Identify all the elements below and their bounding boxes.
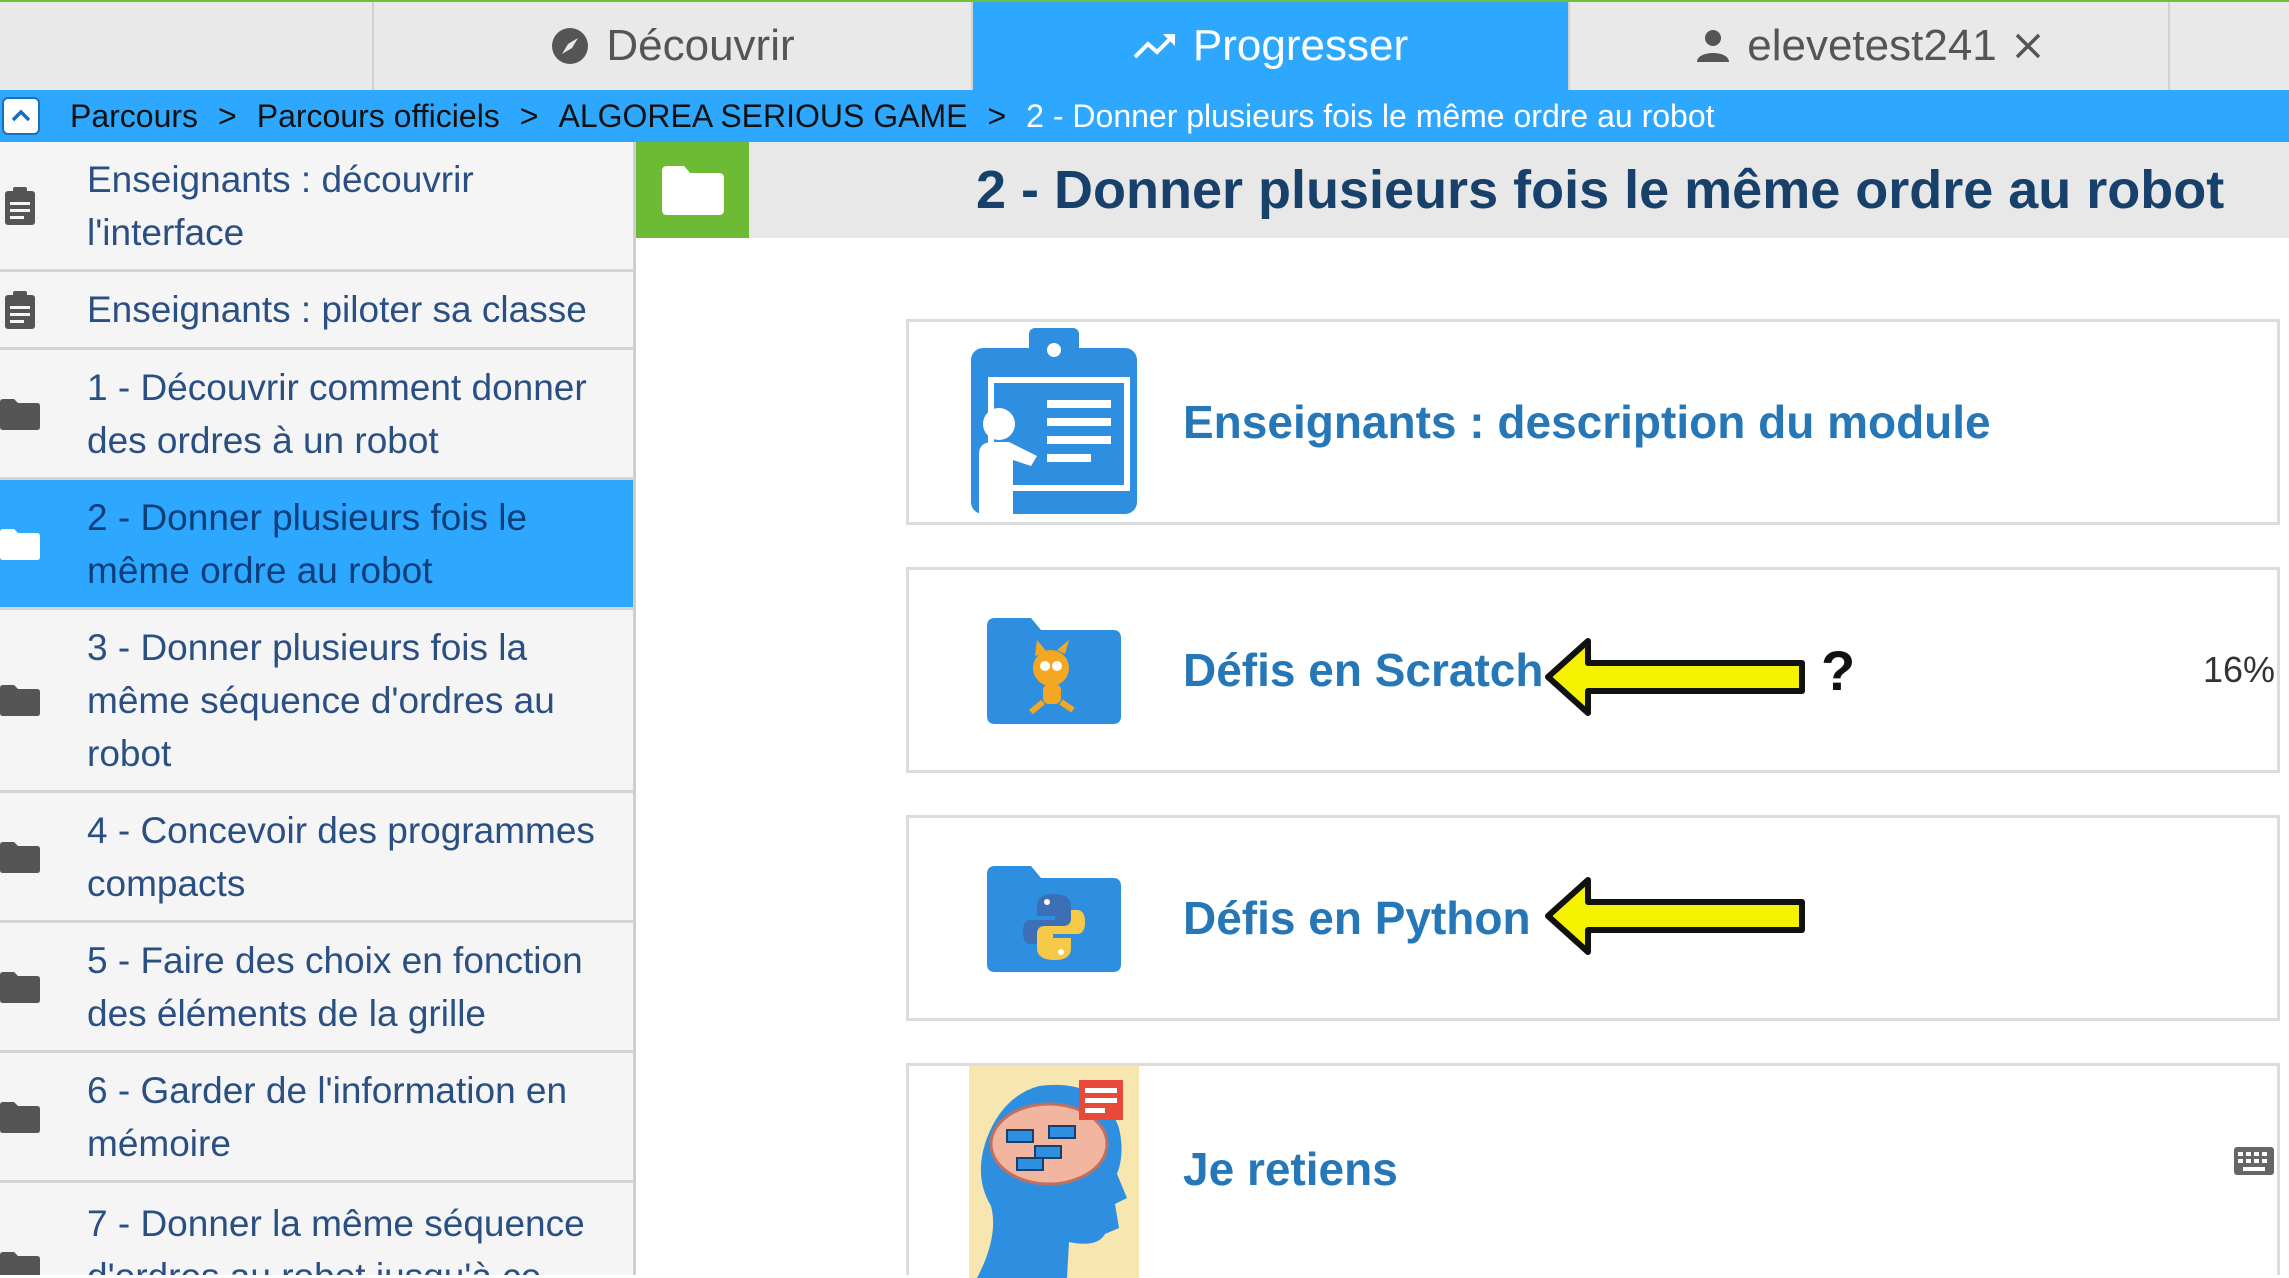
folder-icon — [0, 967, 40, 1007]
sidebar-item-label: 7 - Donner la même séquence d'ordres au … — [87, 1203, 585, 1275]
collapse-sidebar-button[interactable] — [2, 97, 40, 135]
breadcrumb-current: 2 - Donner plusieurs fois le même ordre … — [1026, 97, 1715, 134]
folder-icon — [0, 1097, 40, 1137]
user-icon — [1695, 28, 1731, 64]
breadcrumb-separator: > — [519, 97, 539, 134]
teacher-board-icon — [969, 322, 1139, 522]
sidebar-item-piloter-classe[interactable]: Enseignants : piloter sa classe — [0, 272, 633, 350]
sidebar-item-module-5[interactable]: 5 - Faire des choix en fonction des élém… — [0, 923, 633, 1053]
breadcrumb-parcours[interactable]: Parcours — [70, 98, 198, 135]
sidebar-item-label: 4 - Concevoir des programmes compacts — [87, 809, 595, 904]
sidebar-item-label: 6 - Garder de l'information en mémoire — [87, 1069, 568, 1164]
sidebar-item-module-6[interactable]: 6 - Garder de l'information en mémoire — [0, 1053, 633, 1183]
sidebar-item-module-1[interactable]: 1 - Découvrir comment donner des ordres … — [0, 350, 633, 480]
sidebar-item-label: 5 - Faire des choix en fonction des élém… — [87, 939, 583, 1034]
card-defis-python[interactable]: Défis en Python — [906, 815, 2280, 1021]
tab-label: elevetest241 — [1747, 21, 1997, 70]
keyboard-icon — [2234, 1147, 2274, 1175]
sidebar-item-label: 3 - Donner plusieurs fois la même séquen… — [87, 626, 555, 774]
top-tab-bar: Découvrir Progresser elevetest241 — [0, 0, 2289, 90]
folder-icon — [0, 394, 40, 434]
tab-label: Découvrir — [606, 21, 795, 70]
page-title: 2 - Donner plusieurs fois le même ordre … — [976, 160, 2225, 220]
scratch-folder-icon — [969, 570, 1139, 770]
breadcrumb-parcours-officiels[interactable]: Parcours officiels — [257, 98, 500, 135]
sidebar-item-label: Enseignants : piloter sa classe — [87, 289, 587, 330]
card-label: Défis en Python — [1183, 892, 1531, 944]
sidebar-item-module-3[interactable]: 3 - Donner plusieurs fois la même séquen… — [0, 610, 633, 793]
sidebar-item-label: 2 - Donner plusieurs fois le même ordre … — [87, 496, 528, 591]
sidebar: Enseignants : découvrir l'interface Ense… — [0, 142, 636, 1275]
question-mark: ? — [1821, 638, 1856, 702]
clipboard-icon — [0, 290, 40, 330]
close-icon[interactable] — [2013, 31, 2043, 61]
page-header: 2 - Donner plusieurs fois le même ordre … — [636, 142, 2289, 238]
trending-up-icon — [1133, 31, 1177, 61]
yellow-arrow-icon — [1545, 638, 1805, 716]
sidebar-item-module-2[interactable]: 2 - Donner plusieurs fois le même ordre … — [0, 480, 633, 610]
yellow-arrow-icon — [1545, 877, 1805, 955]
clipboard-icon — [0, 186, 40, 226]
card-label: Enseignants : description du module — [1183, 396, 1991, 448]
tab-label: Progresser — [1192, 21, 1409, 70]
chevron-up-icon — [11, 109, 31, 122]
folder-icon — [0, 1247, 40, 1275]
brain-icon — [969, 1066, 1139, 1278]
card-defis-scratch[interactable]: Défis en Scratch ? 16% — [906, 567, 2280, 773]
card-enseignants-description[interactable]: Enseignants : description du module — [906, 319, 2280, 525]
tab-user[interactable]: elevetest241 — [1568, 2, 2168, 90]
compass-icon — [550, 26, 590, 66]
sidebar-item-module-4[interactable]: 4 - Concevoir des programmes compacts — [0, 793, 633, 923]
python-folder-icon — [969, 818, 1139, 1018]
sidebar-item-label: Enseignants : découvrir l'interface — [87, 158, 474, 253]
breadcrumb-separator: > — [218, 97, 237, 134]
card-label: Je retiens — [1183, 1143, 1398, 1195]
sidebar-item-label: 1 - Découvrir comment donner des ordres … — [87, 366, 587, 461]
folder-icon — [636, 142, 749, 238]
sidebar-item-decouvrir-interface[interactable]: Enseignants : découvrir l'interface — [0, 142, 633, 272]
breadcrumb-algorea[interactable]: ALGOREA SERIOUS GAME — [558, 98, 967, 135]
progress-percent: 16% — [2202, 649, 2275, 690]
folder-icon — [0, 524, 40, 564]
card-label: Défis en Scratch — [1183, 644, 1544, 696]
tab-progresser[interactable]: Progresser — [971, 2, 1568, 90]
sidebar-item-module-7[interactable]: 7 - Donner la même séquence d'ordres au … — [0, 1183, 633, 1275]
card-je-retiens[interactable]: Je retiens — [906, 1063, 2280, 1278]
folder-icon — [0, 680, 40, 720]
folder-icon — [0, 837, 40, 877]
breadcrumb: Parcours > Parcours officiels > ALGOREA … — [0, 90, 2289, 142]
tab-decouvrir[interactable]: Découvrir — [372, 2, 971, 90]
breadcrumb-separator: > — [987, 97, 1007, 134]
